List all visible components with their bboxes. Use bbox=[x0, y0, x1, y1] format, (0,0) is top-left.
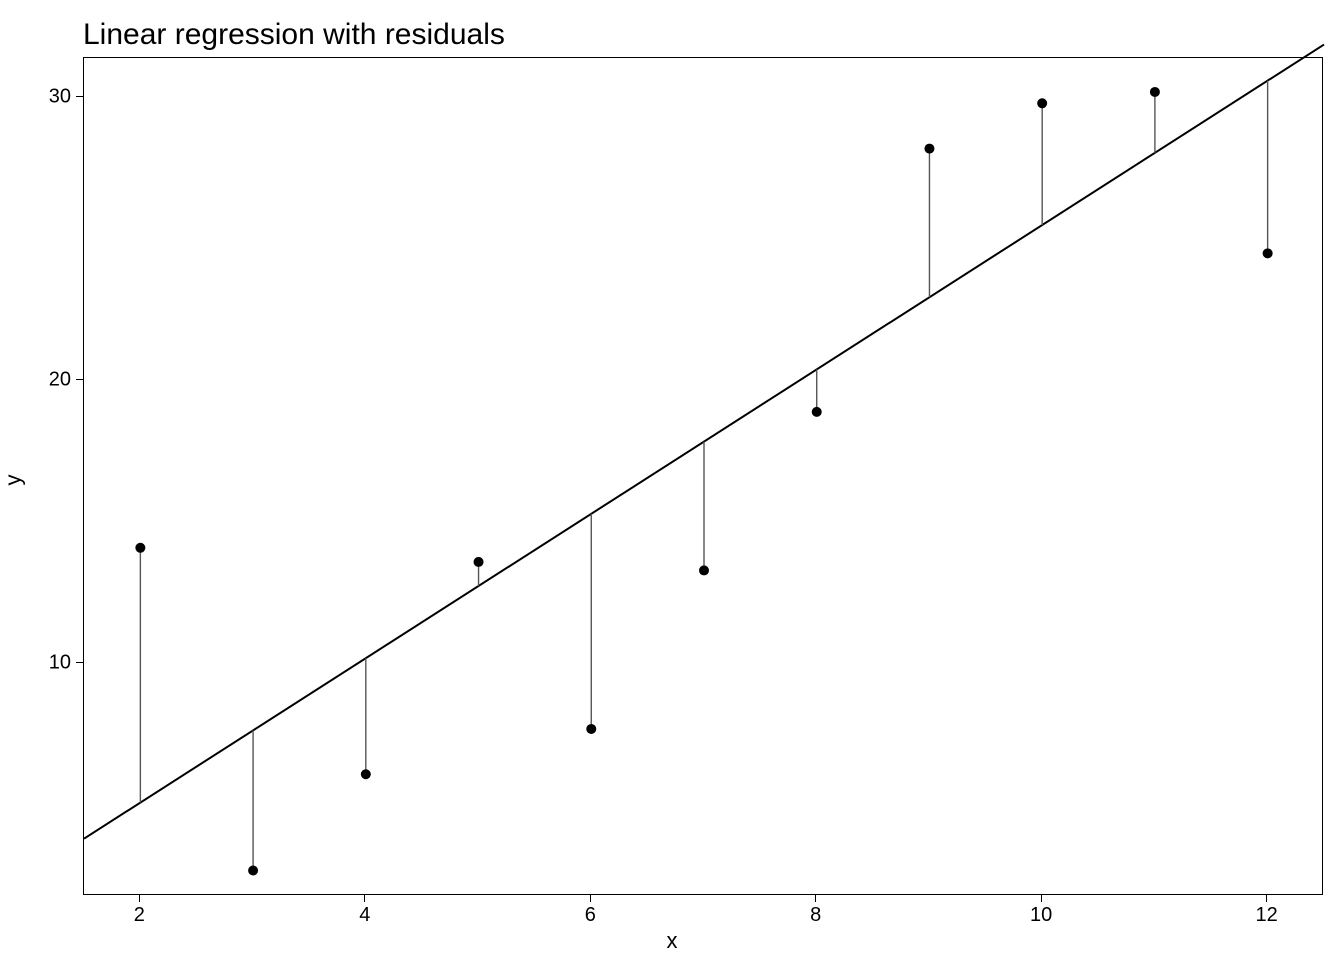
x-tick-label: 4 bbox=[359, 904, 370, 927]
x-tick bbox=[139, 895, 140, 902]
data-point bbox=[924, 144, 934, 154]
data-point bbox=[699, 565, 709, 575]
data-point bbox=[812, 407, 822, 417]
x-tick-label: 2 bbox=[134, 904, 145, 927]
x-axis-label: x bbox=[667, 928, 678, 954]
plot-svg bbox=[84, 58, 1322, 894]
y-tick bbox=[76, 662, 83, 663]
chart-title: Linear regression with residuals bbox=[83, 18, 505, 52]
y-tick-label: 20 bbox=[31, 368, 71, 391]
y-tick bbox=[76, 96, 83, 97]
data-point bbox=[1037, 98, 1047, 108]
x-tick bbox=[1041, 895, 1042, 902]
data-point bbox=[248, 866, 258, 876]
x-tick-label: 12 bbox=[1256, 904, 1278, 927]
data-point bbox=[1263, 248, 1273, 258]
x-tick bbox=[590, 895, 591, 902]
x-tick bbox=[1266, 895, 1267, 902]
plot-panel bbox=[83, 57, 1323, 895]
data-point bbox=[474, 557, 484, 567]
data-point bbox=[361, 769, 371, 779]
data-point bbox=[586, 724, 596, 734]
y-axis-label: y bbox=[1, 475, 27, 486]
data-point bbox=[135, 543, 145, 553]
x-tick bbox=[364, 895, 365, 902]
y-tick-label: 30 bbox=[31, 85, 71, 108]
y-tick-label: 10 bbox=[31, 651, 71, 674]
x-tick-label: 6 bbox=[585, 904, 596, 927]
x-tick bbox=[815, 895, 816, 902]
x-tick-label: 10 bbox=[1030, 904, 1052, 927]
data-point bbox=[1150, 87, 1160, 97]
y-tick bbox=[76, 379, 83, 380]
x-tick-label: 8 bbox=[810, 904, 821, 927]
